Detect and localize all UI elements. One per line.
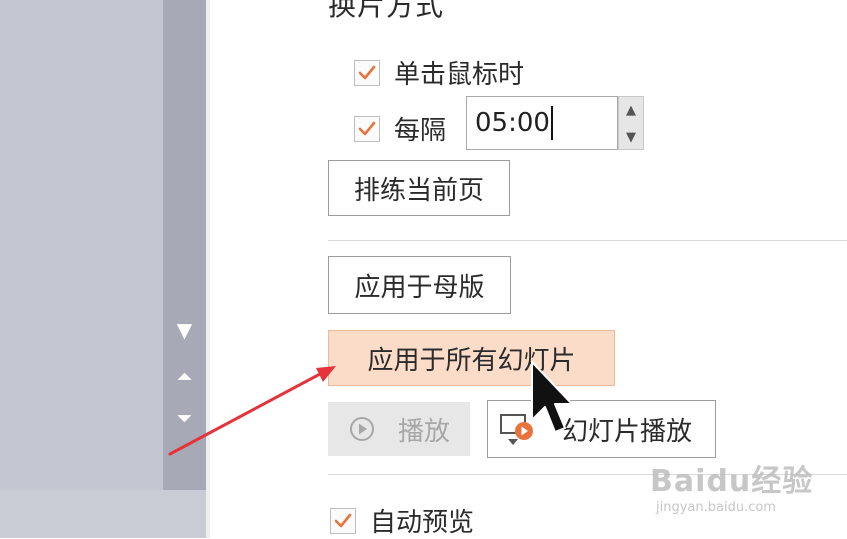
interval-time-input[interactable]: 05:00 bbox=[466, 96, 618, 150]
scroll-down-icon[interactable]: ▼ bbox=[163, 320, 206, 340]
interval-spinner[interactable]: ▲ ▼ bbox=[618, 96, 644, 150]
auto-preview-label: 自动预览 bbox=[370, 508, 475, 538]
red-arrow-icon bbox=[168, 366, 336, 456]
watermark-url: jingyan.baidu.com bbox=[656, 500, 776, 515]
section-title: 换片方式 bbox=[328, 0, 445, 22]
interval-checkbox[interactable] bbox=[354, 115, 380, 142]
slideshow-button[interactable]: 幻灯片播放 bbox=[487, 400, 716, 458]
play-circle-icon bbox=[349, 417, 374, 441]
text-caret bbox=[550, 106, 553, 140]
play-label: 播放 bbox=[397, 416, 450, 447]
watermark-brand: Baidu经验 bbox=[650, 464, 814, 499]
section-divider bbox=[328, 240, 847, 241]
checkmark-icon bbox=[334, 513, 352, 527]
spin-up-icon[interactable]: ▲ bbox=[619, 97, 643, 123]
checkmark-icon bbox=[358, 65, 376, 79]
on-click-label: 单击鼠标时 bbox=[394, 60, 525, 90]
mouse-pointer-icon bbox=[531, 361, 573, 433]
slide-thumbnail-pane bbox=[0, 0, 163, 490]
on-click-checkbox[interactable] bbox=[354, 59, 380, 86]
interval-label: 每隔 bbox=[394, 116, 447, 146]
slideshow-label: 幻灯片播放 bbox=[562, 416, 693, 447]
rehearse-current-button[interactable]: 排练当前页 bbox=[328, 160, 510, 216]
auto-preview-checkbox[interactable] bbox=[330, 507, 356, 534]
checkmark-icon bbox=[358, 121, 376, 135]
on-click-option[interactable]: 单击鼠标时 bbox=[354, 54, 524, 91]
spin-down-icon[interactable]: ▼ bbox=[619, 124, 643, 150]
baidu-watermark: Baidu经验 jingyan.baidu.com bbox=[650, 456, 840, 526]
apply-to-master-button[interactable]: 应用于母版 bbox=[328, 256, 511, 314]
slide-pane-footer bbox=[0, 490, 206, 538]
interval-option[interactable]: 每隔 bbox=[354, 110, 446, 147]
auto-preview-option[interactable]: 自动预览 bbox=[330, 502, 474, 539]
interval-time-value: 05:00 bbox=[475, 108, 550, 138]
